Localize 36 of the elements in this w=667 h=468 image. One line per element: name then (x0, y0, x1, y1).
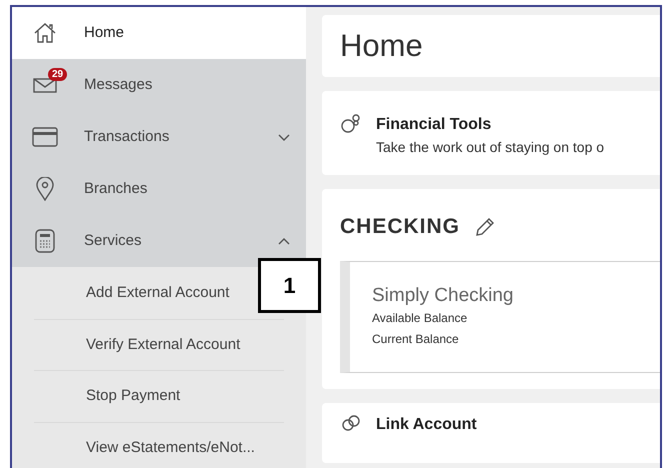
account-name: Simply Checking (372, 284, 514, 308)
sidebar-item[interactable]: Services (12, 215, 306, 267)
section-title: CHECKING (340, 214, 460, 240)
sidebar-item-label: Branches (84, 178, 148, 199)
callout-label: 1 (258, 258, 321, 313)
submenu-item[interactable]: Add External Account (86, 282, 230, 304)
sidebar-item-label: Messages (84, 74, 154, 95)
sidebar-item-label: Home (84, 22, 126, 43)
location-pin-icon (36, 177, 54, 201)
financial-tools-card[interactable]: Financial Tools Take the work out of staying on top o (322, 91, 660, 175)
calculator-icon (35, 229, 55, 253)
sidebar-item[interactable]: 29 Messages (12, 59, 306, 111)
submenu-item[interactable]: View eStatements/eNot... (86, 436, 255, 459)
account-tile[interactable]: Simply Checking Available Balance Current Balance (340, 260, 660, 372)
sidebar-item[interactable]: Branches (12, 163, 306, 215)
card-title: Financial Tools (376, 115, 492, 135)
card-icon (32, 127, 58, 147)
link-icon (340, 413, 362, 433)
balance-label: Current Balance (372, 330, 460, 348)
chevron-up-icon (278, 238, 290, 244)
balance-label: Available Balance (372, 310, 468, 326)
page-title: Home (340, 26, 423, 65)
card-title: Link Account (376, 415, 477, 435)
pencil-icon[interactable] (474, 216, 496, 238)
unread-badge: 29 (48, 68, 68, 81)
home-icon (33, 22, 57, 44)
submenu-item[interactable]: Verify External Account (86, 334, 240, 356)
submenu-item[interactable]: Stop Payment (86, 385, 180, 408)
sidebar-item-label: Services (84, 230, 143, 251)
chevron-down-icon (278, 134, 290, 140)
sidebar-item-label: Transactions (84, 126, 170, 147)
envelope-icon (33, 77, 57, 93)
sidebar-item[interactable]: Transactions (12, 111, 306, 163)
link-account-card[interactable]: Link Account (322, 403, 660, 463)
card-description: Take the work out of staying on top o (376, 138, 604, 157)
sidebar-item[interactable]: Home (12, 7, 306, 59)
